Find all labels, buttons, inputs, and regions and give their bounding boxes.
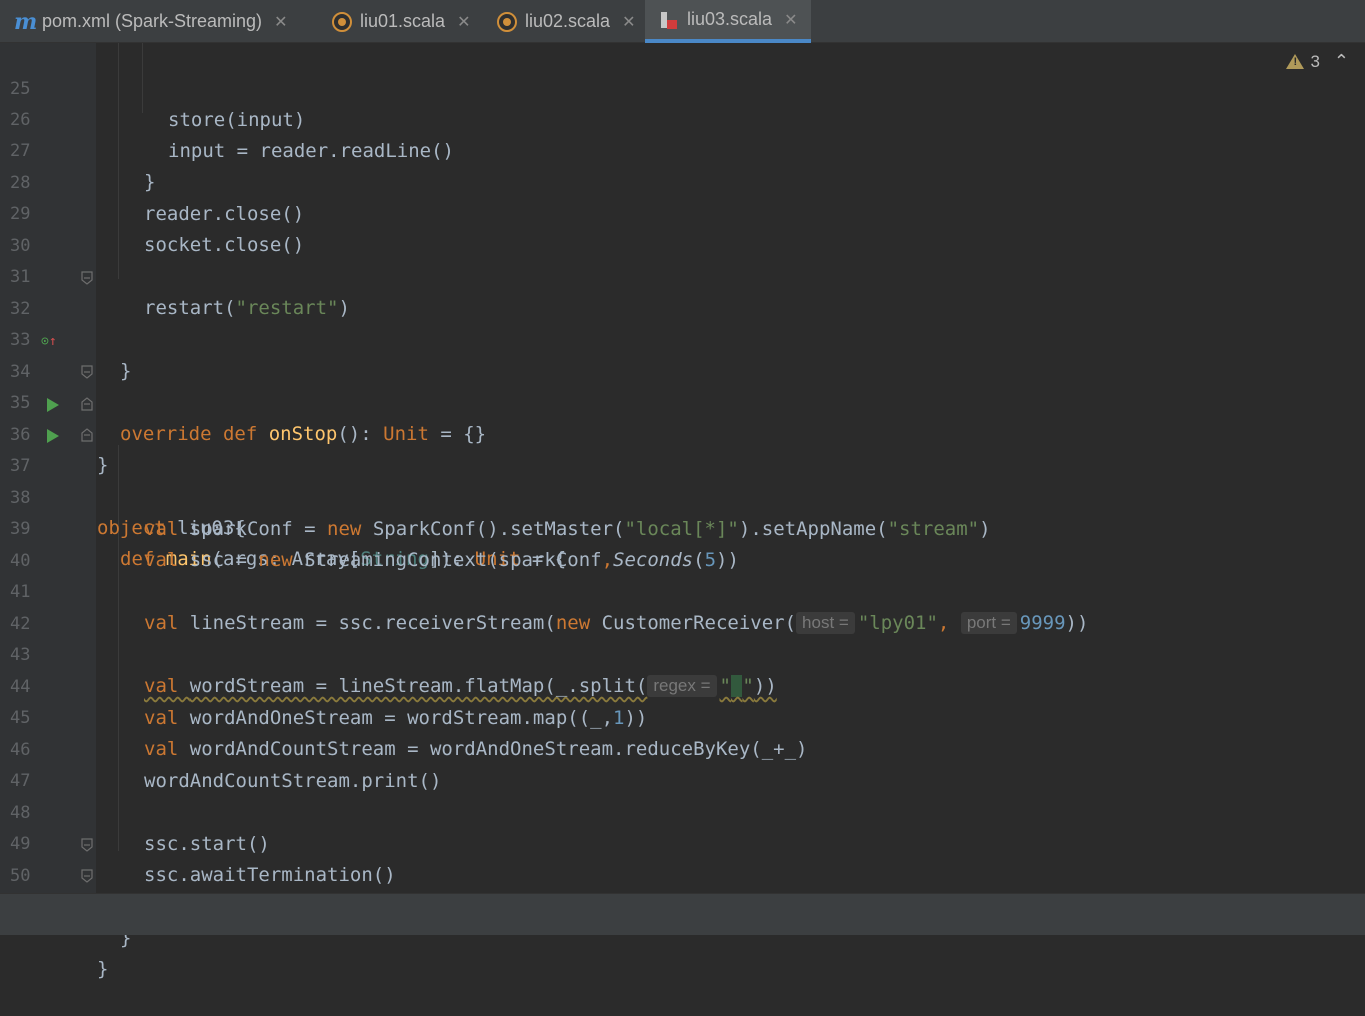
fold-end-icon[interactable] (81, 869, 93, 883)
code-text: } (97, 958, 109, 980)
scala-file-icon (497, 11, 517, 32)
tab-label: liu02.scala (525, 11, 611, 31)
fold-end-icon[interactable] (81, 838, 93, 852)
code-line: 46 wordAndCountStream.print() (0, 704, 1365, 792)
editor-tab-bar: m pom.xml (Spark-Streaming) ✕ liu01.scal… (0, 0, 1365, 43)
fold-start-icon[interactable] (81, 428, 93, 442)
bottom-panel (0, 893, 1365, 935)
tab-liu01[interactable]: liu01.scala ✕ (318, 0, 483, 43)
fold-end-icon[interactable] (81, 365, 93, 379)
code-line: 30 (0, 200, 1365, 256)
code-line: 48 ssc.start() (0, 767, 1365, 855)
scala-file-icon (332, 11, 352, 32)
close-icon[interactable]: ✕ (784, 10, 797, 30)
code-line: 38 val sparkConf = new SparkConf().setMa… (0, 452, 1365, 540)
tab-liu02[interactable]: liu02.scala ✕ (483, 0, 645, 43)
code-line: 31 restart("restart") (0, 231, 1365, 319)
overrides-method-icon[interactable]: ⊙↑ (41, 326, 57, 357)
tab-liu03[interactable]: liu03.scala ✕ (645, 0, 811, 43)
code-line: 51 } (0, 861, 1365, 980)
close-icon[interactable]: ✕ (622, 12, 635, 32)
fold-start-icon[interactable] (81, 397, 93, 411)
run-icon[interactable] (47, 398, 59, 412)
code-line: 33 (0, 294, 1365, 350)
code-line: 42 (0, 578, 1365, 634)
close-icon[interactable]: ✕ (274, 12, 287, 32)
maven-icon: m (14, 8, 38, 35)
fold-end-icon[interactable] (81, 271, 93, 285)
tab-label: pom.xml (Spark-Streaming) (42, 11, 263, 31)
code-line: 35 } (0, 357, 1365, 476)
code-line: 28 reader.close() (0, 137, 1365, 225)
tab-pom-xml[interactable]: m pom.xml (Spark-Streaming) ✕ (0, 0, 318, 43)
code-editor[interactable]: 3 ⌃ 25 store(input) 26 input = reader.re… (0, 43, 1365, 980)
code-line: 40 (0, 515, 1365, 571)
code-line: 29 socket.close() (0, 168, 1365, 256)
code-line: 34 ⊙↑ override def onStop(): Unit = {} (0, 326, 1365, 445)
close-icon[interactable]: ✕ (457, 12, 470, 32)
code-line: 27 } (0, 105, 1365, 193)
code-line: 39 val ssc = new StreamingContext(sparkC… (0, 483, 1365, 571)
tab-label: liu03.scala (687, 9, 773, 29)
code-line: 26 input = reader.readLine() (0, 74, 1365, 162)
code-line: 43 val wordStream = lineStream.flatMap(_… (0, 609, 1365, 697)
code-line: 36 object liu03{ (0, 389, 1365, 539)
code-line: 25 store(input) (0, 43, 1365, 131)
code-line: 37 def main(args: Array[String]): Unit =… (0, 420, 1365, 570)
tab-label: liu01.scala (360, 11, 446, 31)
scala-object-icon (659, 10, 679, 30)
code-line: 32 } (0, 263, 1365, 382)
code-line: 41 val lineStream = ssc.receiverStream(n… (0, 546, 1365, 634)
code-line: 47 (0, 735, 1365, 791)
code-line: 50 } (0, 830, 1365, 949)
run-icon[interactable] (47, 429, 59, 443)
code-line: 45 val wordAndCountStream = wordAndOneSt… (0, 672, 1365, 760)
code-line: 49 ssc.awaitTermination() (0, 798, 1365, 886)
code-line: 44 val wordAndOneStream = wordStream.map… (0, 641, 1365, 729)
